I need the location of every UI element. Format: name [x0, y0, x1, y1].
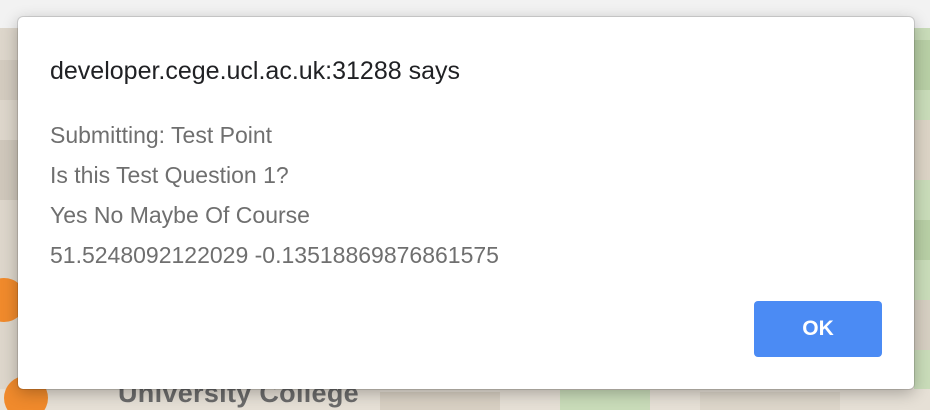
message-line-question: Is this Test Question 1?	[50, 162, 289, 188]
message-line-answers: Yes No Maybe Of Course	[50, 202, 310, 228]
ok-button[interactable]: OK	[754, 301, 882, 357]
message-line-submitting: Submitting: Test Point	[50, 122, 273, 148]
dialog-title: developer.cege.ucl.ac.uk:31288 says	[50, 57, 460, 85]
alert-dialog: developer.cege.ucl.ac.uk:31288 says Subm…	[18, 17, 914, 389]
message-line-coordinates: 51.5248092122029 -0.13518869876861575	[50, 242, 499, 268]
dialog-message: Submitting: Test Point Is this Test Ques…	[50, 115, 499, 275]
